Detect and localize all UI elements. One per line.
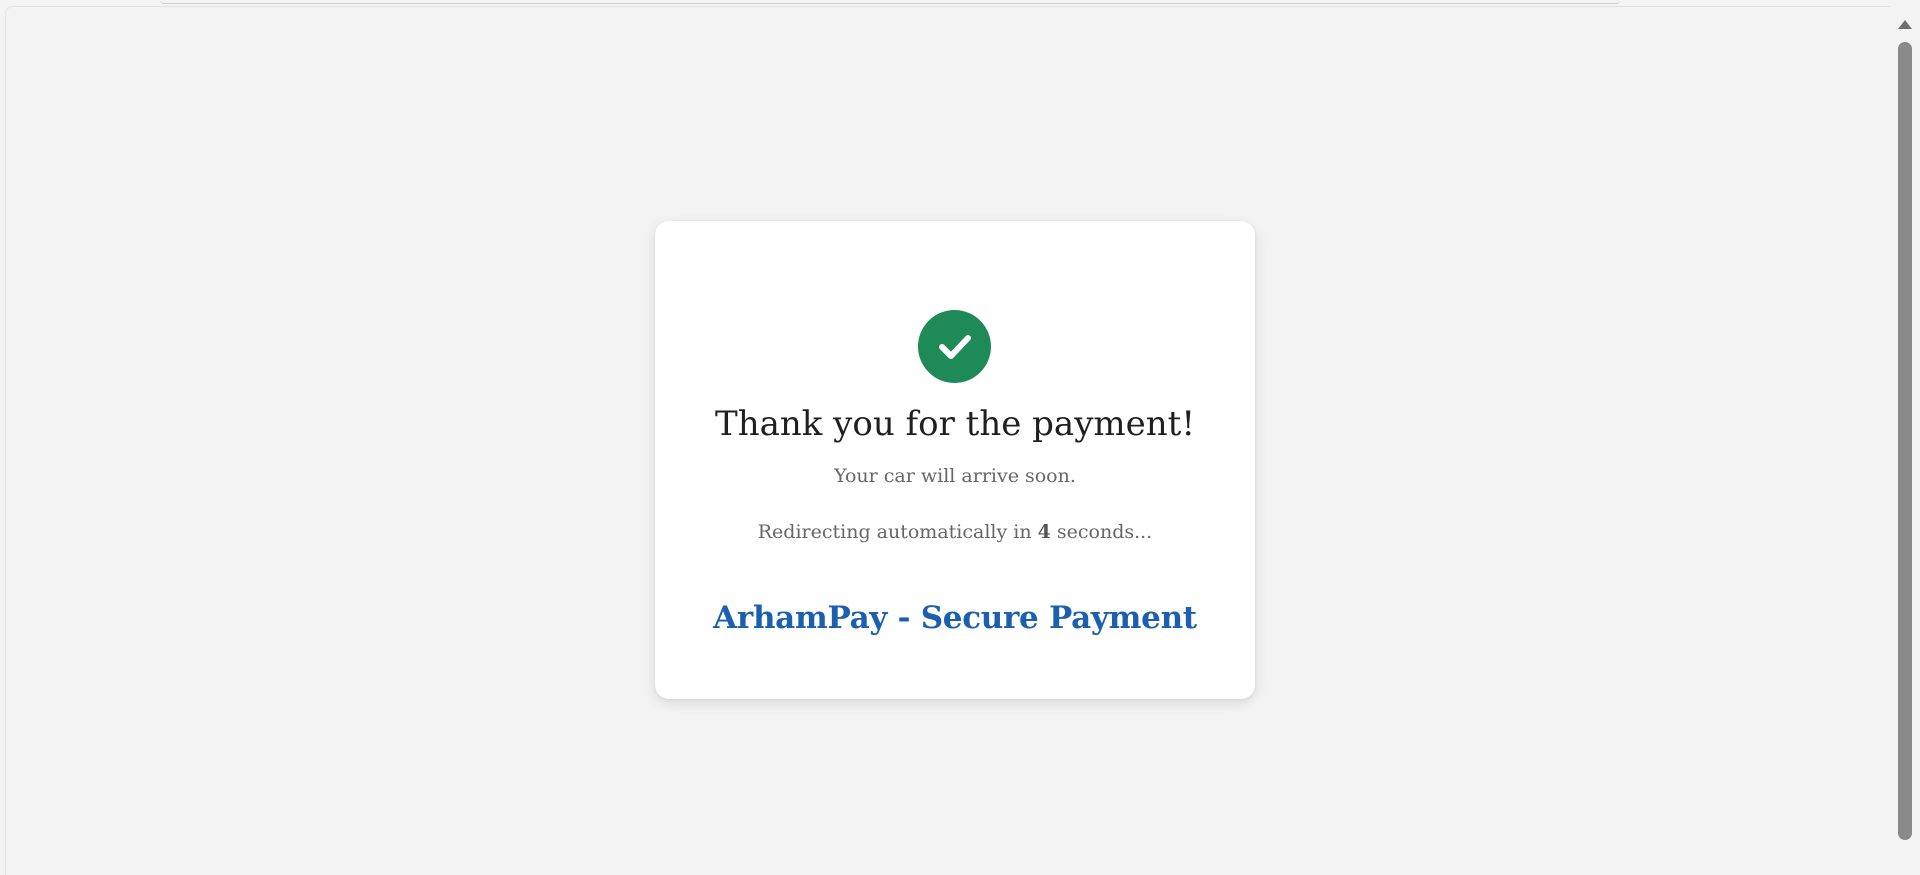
scroll-thumb[interactable] [1898,42,1912,840]
check-circle-icon [918,310,991,383]
checkmark-icon [938,334,971,359]
redirect-countdown: 4 [1037,521,1051,543]
redirect-suffix: seconds... [1050,521,1153,543]
payment-success-card: Thank you for the payment! Your car will… [655,221,1255,699]
redirect-prefix: Redirecting automatically in [757,521,1038,543]
arrival-message: Your car will arrive soon. [834,465,1076,487]
page-title: Thank you for the payment! [715,404,1195,444]
redirect-message: Redirecting automatically in 4 seconds..… [655,521,1255,543]
brand-name: ArhamPay - Secure Payment [713,600,1197,636]
browser-top-strip [160,0,1620,4]
vertical-scrollbar[interactable] [1890,6,1920,875]
scroll-up-arrow-icon[interactable] [1898,20,1912,29]
page-viewport: Thank you for the payment! Your car will… [5,6,1890,875]
